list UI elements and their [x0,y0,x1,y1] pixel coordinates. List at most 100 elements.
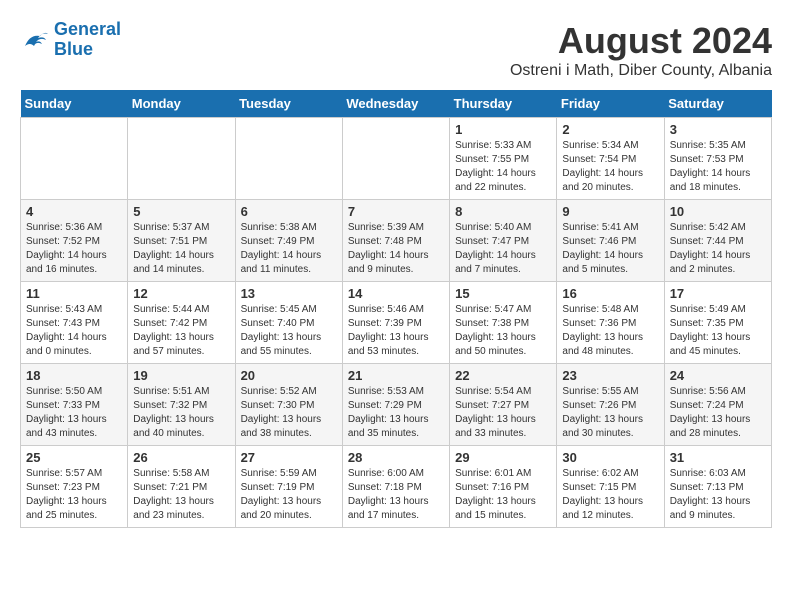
day-number: 22 [455,368,551,383]
calendar-cell: 19 Sunrise: 5:51 AM Sunset: 7:32 PM Dayli… [128,364,235,446]
logo-icon [20,26,50,54]
day-number: 20 [241,368,337,383]
page-header: General Blue August 2024 Ostreni i Math,… [20,20,772,80]
day-info: Sunrise: 5:54 AM Sunset: 7:27 PM Dayligh… [455,385,551,441]
day-info: Sunrise: 5:46 AM Sunset: 7:39 PM Dayligh… [348,303,444,359]
calendar-cell: 28 Sunrise: 6:00 AM Sunset: 7:18 PM Dayli… [342,446,449,528]
day-number: 13 [241,286,337,301]
day-info: Sunrise: 6:03 AM Sunset: 7:13 PM Dayligh… [670,467,766,523]
day-number: 7 [348,204,444,219]
calendar-cell: 4 Sunrise: 5:36 AM Sunset: 7:52 PM Daylig… [21,200,128,282]
day-info: Sunrise: 5:39 AM Sunset: 7:48 PM Dayligh… [348,221,444,277]
day-number: 17 [670,286,766,301]
day-info: Sunrise: 5:38 AM Sunset: 7:49 PM Dayligh… [241,221,337,277]
day-info: Sunrise: 5:36 AM Sunset: 7:52 PM Dayligh… [26,221,122,277]
day-info: Sunrise: 5:41 AM Sunset: 7:46 PM Dayligh… [562,221,658,277]
calendar-cell: 26 Sunrise: 5:58 AM Sunset: 7:21 PM Dayli… [128,446,235,528]
calendar-cell: 8 Sunrise: 5:40 AM Sunset: 7:47 PM Daylig… [450,200,557,282]
day-info: Sunrise: 5:33 AM Sunset: 7:55 PM Dayligh… [455,139,551,195]
calendar-cell: 22 Sunrise: 5:54 AM Sunset: 7:27 PM Dayli… [450,364,557,446]
calendar-cell: 18Sunrise: 5:50 AM Sunset: 7:33 PM Dayli… [21,364,128,446]
weekday-header-row: SundayMondayTuesdayWednesdayThursdayFrid… [21,90,772,118]
logo: General Blue [20,20,121,60]
day-number: 5 [133,204,229,219]
calendar-cell: 7 Sunrise: 5:39 AM Sunset: 7:48 PM Daylig… [342,200,449,282]
day-info: Sunrise: 5:56 AM Sunset: 7:24 PM Dayligh… [670,385,766,441]
day-number: 24 [670,368,766,383]
day-info: Sunrise: 5:52 AM Sunset: 7:30 PM Dayligh… [241,385,337,441]
calendar-cell: 27Sunrise: 5:59 AM Sunset: 7:19 PM Dayli… [235,446,342,528]
calendar-cell: 30 Sunrise: 6:02 AM Sunset: 7:15 PM Dayli… [557,446,664,528]
calendar-cell: 16 Sunrise: 5:48 AM Sunset: 7:36 PM Dayli… [557,282,664,364]
day-info: Sunrise: 6:02 AM Sunset: 7:15 PM Dayligh… [562,467,658,523]
day-number: 26 [133,450,229,465]
day-number: 28 [348,450,444,465]
calendar-cell: 17 Sunrise: 5:49 AM Sunset: 7:35 PM Dayli… [664,282,771,364]
day-number: 19 [133,368,229,383]
day-info: Sunrise: 5:47 AM Sunset: 7:38 PM Dayligh… [455,303,551,359]
day-info: Sunrise: 5:42 AM Sunset: 7:44 PM Dayligh… [670,221,766,277]
day-info: Sunrise: 5:43 AM Sunset: 7:43 PM Dayligh… [26,303,122,359]
day-info: Sunrise: 5:51 AM Sunset: 7:32 PM Dayligh… [133,385,229,441]
calendar-cell [235,118,342,200]
day-number: 3 [670,122,766,137]
calendar-week-row: 1Sunrise: 5:33 AM Sunset: 7:55 PM Daylig… [21,118,772,200]
logo-text: General Blue [54,20,121,60]
day-info: Sunrise: 5:50 AM Sunset: 7:33 PM Dayligh… [26,385,122,441]
day-number: 6 [241,204,337,219]
calendar-cell: 1Sunrise: 5:33 AM Sunset: 7:55 PM Daylig… [450,118,557,200]
day-number: 29 [455,450,551,465]
day-info: Sunrise: 5:45 AM Sunset: 7:40 PM Dayligh… [241,303,337,359]
calendar-cell: 21Sunrise: 5:53 AM Sunset: 7:29 PM Dayli… [342,364,449,446]
calendar-cell: 3Sunrise: 5:35 AM Sunset: 7:53 PM Daylig… [664,118,771,200]
calendar-cell: 15 Sunrise: 5:47 AM Sunset: 7:38 PM Dayli… [450,282,557,364]
day-number: 4 [26,204,122,219]
day-info: Sunrise: 5:48 AM Sunset: 7:36 PM Dayligh… [562,303,658,359]
day-number: 23 [562,368,658,383]
calendar-cell: 29 Sunrise: 6:01 AM Sunset: 7:16 PM Dayli… [450,446,557,528]
calendar-cell: 6 Sunrise: 5:38 AM Sunset: 7:49 PM Daylig… [235,200,342,282]
day-info: Sunrise: 5:37 AM Sunset: 7:51 PM Dayligh… [133,221,229,277]
day-number: 9 [562,204,658,219]
day-info: Sunrise: 5:49 AM Sunset: 7:35 PM Dayligh… [670,303,766,359]
weekday-header-thursday: Thursday [450,90,557,118]
day-number: 15 [455,286,551,301]
weekday-header-tuesday: Tuesday [235,90,342,118]
calendar-week-row: 25Sunrise: 5:57 AM Sunset: 7:23 PM Dayli… [21,446,772,528]
calendar-cell: 25Sunrise: 5:57 AM Sunset: 7:23 PM Dayli… [21,446,128,528]
day-number: 11 [26,286,122,301]
calendar-cell [342,118,449,200]
calendar-week-row: 11 Sunrise: 5:43 AM Sunset: 7:43 PM Dayli… [21,282,772,364]
day-number: 27 [241,450,337,465]
calendar-cell: 20 Sunrise: 5:52 AM Sunset: 7:30 PM Dayli… [235,364,342,446]
day-number: 30 [562,450,658,465]
day-number: 2 [562,122,658,137]
calendar-cell: 23Sunrise: 5:55 AM Sunset: 7:26 PM Dayli… [557,364,664,446]
day-number: 14 [348,286,444,301]
day-number: 31 [670,450,766,465]
calendar-cell: 9 Sunrise: 5:41 AM Sunset: 7:46 PM Daylig… [557,200,664,282]
calendar-cell: 14 Sunrise: 5:46 AM Sunset: 7:39 PM Dayli… [342,282,449,364]
day-info: Sunrise: 5:34 AM Sunset: 7:54 PM Dayligh… [562,139,658,195]
day-info: Sunrise: 5:44 AM Sunset: 7:42 PM Dayligh… [133,303,229,359]
day-number: 25 [26,450,122,465]
weekday-header-friday: Friday [557,90,664,118]
day-info: Sunrise: 5:58 AM Sunset: 7:21 PM Dayligh… [133,467,229,523]
calendar-cell: 2 Sunrise: 5:34 AM Sunset: 7:54 PM Daylig… [557,118,664,200]
calendar-cell: 11 Sunrise: 5:43 AM Sunset: 7:43 PM Dayli… [21,282,128,364]
month-year: August 2024 [510,20,772,62]
day-number: 16 [562,286,658,301]
calendar-cell [21,118,128,200]
weekday-header-monday: Monday [128,90,235,118]
calendar-week-row: 18Sunrise: 5:50 AM Sunset: 7:33 PM Dayli… [21,364,772,446]
day-info: Sunrise: 5:40 AM Sunset: 7:47 PM Dayligh… [455,221,551,277]
calendar-cell: 5 Sunrise: 5:37 AM Sunset: 7:51 PM Daylig… [128,200,235,282]
calendar-table: SundayMondayTuesdayWednesdayThursdayFrid… [20,90,772,528]
calendar-cell: 10Sunrise: 5:42 AM Sunset: 7:44 PM Dayli… [664,200,771,282]
day-number: 8 [455,204,551,219]
day-info: Sunrise: 6:00 AM Sunset: 7:18 PM Dayligh… [348,467,444,523]
calendar-cell: 12Sunrise: 5:44 AM Sunset: 7:42 PM Dayli… [128,282,235,364]
calendar-cell: 31 Sunrise: 6:03 AM Sunset: 7:13 PM Dayli… [664,446,771,528]
weekday-header-wednesday: Wednesday [342,90,449,118]
day-info: Sunrise: 6:01 AM Sunset: 7:16 PM Dayligh… [455,467,551,523]
